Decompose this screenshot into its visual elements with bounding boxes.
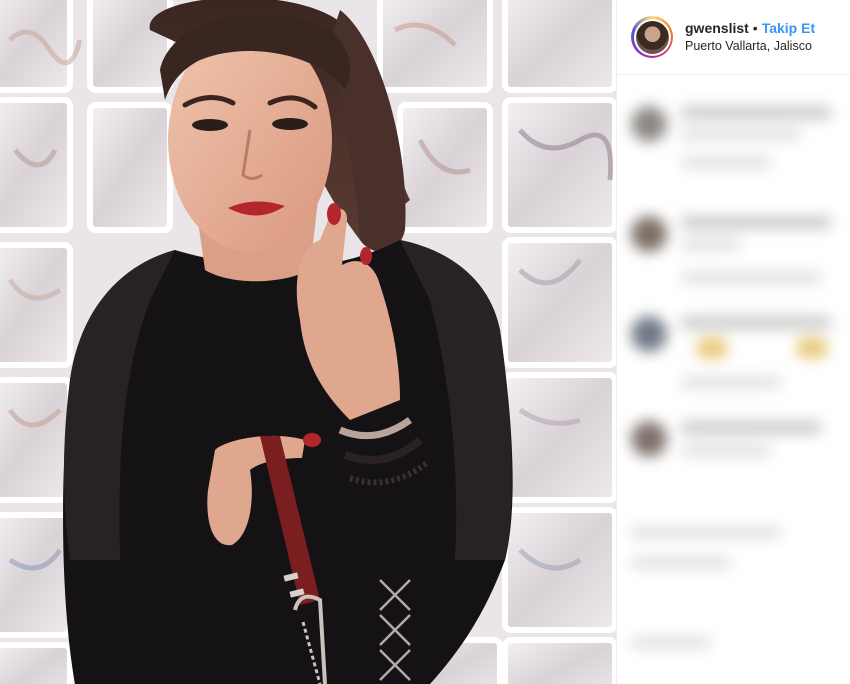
comment-text <box>681 421 821 434</box>
comment-emoji <box>797 338 827 358</box>
comment-text <box>681 444 771 457</box>
comment-avatar <box>631 106 667 142</box>
post-header: gwenslist • Takip Et Puerto Vallarta, Jali… <box>617 0 850 75</box>
likes-line <box>631 556 731 569</box>
post-sidebar: gwenslist • Takip Et Puerto Vallarta, Jali… <box>616 0 850 684</box>
timestamp-line <box>631 636 711 649</box>
header-line: gwenslist • Takip Et <box>685 19 815 37</box>
comment-emoji <box>697 338 727 358</box>
username-link[interactable]: gwenslist <box>685 20 749 36</box>
comment-text <box>681 106 831 119</box>
avatar-image <box>635 20 669 54</box>
comment-meta <box>681 156 771 169</box>
comment-text <box>681 216 831 229</box>
comment-avatar <box>631 421 667 457</box>
post-photo[interactable] <box>0 0 616 684</box>
likes-line <box>631 526 781 539</box>
photo-image <box>0 0 616 684</box>
comment-avatar <box>631 216 667 252</box>
location-link[interactable]: Puerto Vallarta, Jalisco <box>685 37 815 55</box>
avatar[interactable] <box>631 16 673 58</box>
comment-text <box>681 238 741 251</box>
follow-button[interactable]: Takip Et <box>762 20 815 36</box>
comment-text <box>681 316 831 329</box>
post-meta: gwenslist • Takip Et Puerto Vallarta, Jali… <box>685 19 815 55</box>
blurred-comments <box>617 76 850 684</box>
separator-dot: • <box>752 20 758 36</box>
comment-text <box>681 128 801 141</box>
comments-section <box>617 76 850 684</box>
comment-avatar <box>631 316 667 352</box>
comment-meta <box>681 376 781 389</box>
avatar-ring <box>633 18 671 56</box>
comment-meta <box>681 271 821 284</box>
